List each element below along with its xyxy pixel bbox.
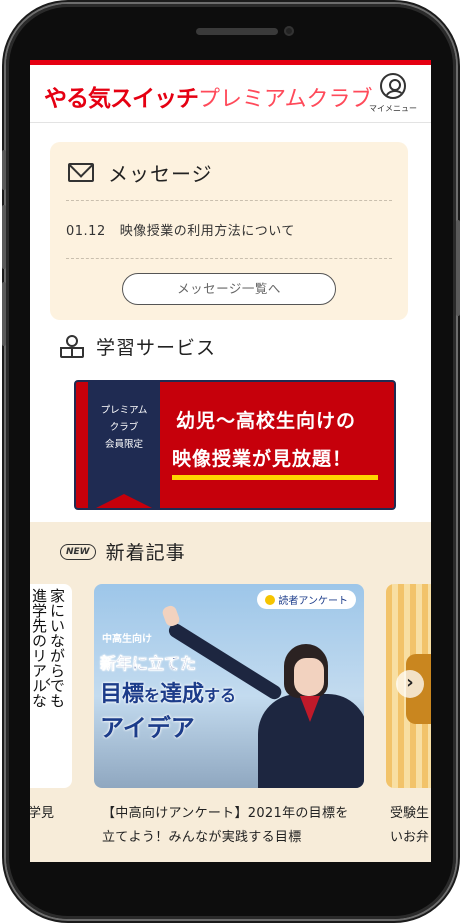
- headline-part: する: [204, 686, 237, 705]
- article-headline-3: アイデア: [100, 714, 195, 742]
- article-headline-1: 新年に立てた: [100, 654, 197, 674]
- message-heading: メッセージ: [68, 158, 213, 187]
- members-only-ribbon: プレミアム クラブ 会員限定: [88, 382, 160, 508]
- caption-line: 受験生: [390, 806, 430, 821]
- brand-logo-light: プレミアムクラブ: [198, 87, 373, 112]
- reading-person-icon: [60, 334, 84, 359]
- phone-side-button: [2, 150, 6, 190]
- article-caption-prev[interactable]: 学見: [30, 802, 54, 821]
- message-card: メッセージ 01.12 映像授業の利用方法について メッセージ一覧へ: [50, 142, 408, 320]
- phone-volume-up: [2, 205, 6, 269]
- study-service-title: 学習サービス: [96, 337, 217, 359]
- phone-volume-down: [2, 282, 6, 346]
- brand-logo[interactable]: やる気スイッチプレミアムクラブ: [44, 79, 372, 113]
- app-screen: やる気スイッチプレミアムクラブ マイメニュー メッセージ 01.12 映像授業の利…: [30, 60, 431, 862]
- article-headline-2: 目標を達成する: [100, 676, 236, 708]
- app-header: やる気スイッチプレミアムクラブ マイメニュー: [30, 65, 431, 123]
- user-icon: [380, 73, 406, 99]
- new-articles-title: 新着記事: [105, 542, 186, 564]
- survey-badge: 読者アンケート: [257, 590, 356, 609]
- message-subject: 映像授業の利用方法について: [119, 224, 295, 239]
- survey-badge-label: 読者アンケート: [278, 596, 348, 607]
- message-list-button[interactable]: メッセージ一覧へ: [122, 273, 336, 305]
- article-caption-next[interactable]: 受験生 いお弁: [390, 802, 429, 850]
- mymenu-button[interactable]: マイメニュー: [367, 73, 419, 114]
- video-lesson-banner[interactable]: プレミアム クラブ 会員限定 幼児〜高校生向けの 映像授業が見放題！: [74, 380, 396, 510]
- pencil-icon: [265, 595, 276, 605]
- ribbon-line: プレミアム: [100, 405, 148, 416]
- mymenu-label: マイメニュー: [369, 104, 417, 113]
- carousel-prev-icon[interactable]: ‹: [36, 670, 60, 694]
- phone-camera: [284, 26, 294, 36]
- new-articles-heading: NEW 新着記事: [60, 538, 186, 565]
- new-articles-section: NEW 新着記事 家にいながらでも 進学先のリアルな 読者アンケート 中高生向け…: [30, 522, 431, 862]
- brand-logo-bold: やる気スイッチ: [44, 86, 199, 112]
- banner-highlight: [172, 475, 378, 480]
- banner-line1: 幼児〜高校生向けの: [176, 410, 357, 432]
- illustration-face: [294, 658, 324, 696]
- mail-icon: [68, 163, 94, 182]
- headline-part: 達成: [160, 682, 205, 707]
- ribbon-line: 会員限定: [104, 439, 143, 450]
- article-target: 中高生向け: [102, 634, 152, 645]
- headline-part: 目標: [100, 682, 145, 707]
- phone-speaker: [196, 28, 278, 35]
- study-service-heading: 学習サービス: [60, 333, 216, 360]
- new-badge: NEW: [60, 543, 96, 560]
- divider: [66, 258, 392, 259]
- message-date: 01.12: [66, 224, 106, 239]
- phone-power-button: [456, 220, 460, 316]
- article-card-main[interactable]: 読者アンケート 中高生向け 新年に立てた 目標を達成する アイデア: [94, 584, 364, 788]
- banner-line2: 映像授業が見放題！: [172, 448, 353, 470]
- caption-line: いお弁: [390, 830, 430, 845]
- headline-part: を: [144, 686, 161, 705]
- divider: [66, 200, 392, 201]
- carousel-next-icon[interactable]: ›: [396, 670, 424, 698]
- message-title: メッセージ: [108, 162, 213, 186]
- article-caption-main[interactable]: 【中高向けアンケート】2021年の目標を立てよう！みんなが実践する目標: [102, 802, 360, 850]
- ribbon-line: クラブ: [109, 422, 139, 433]
- message-item[interactable]: 01.12 映像授業の利用方法について: [66, 220, 295, 239]
